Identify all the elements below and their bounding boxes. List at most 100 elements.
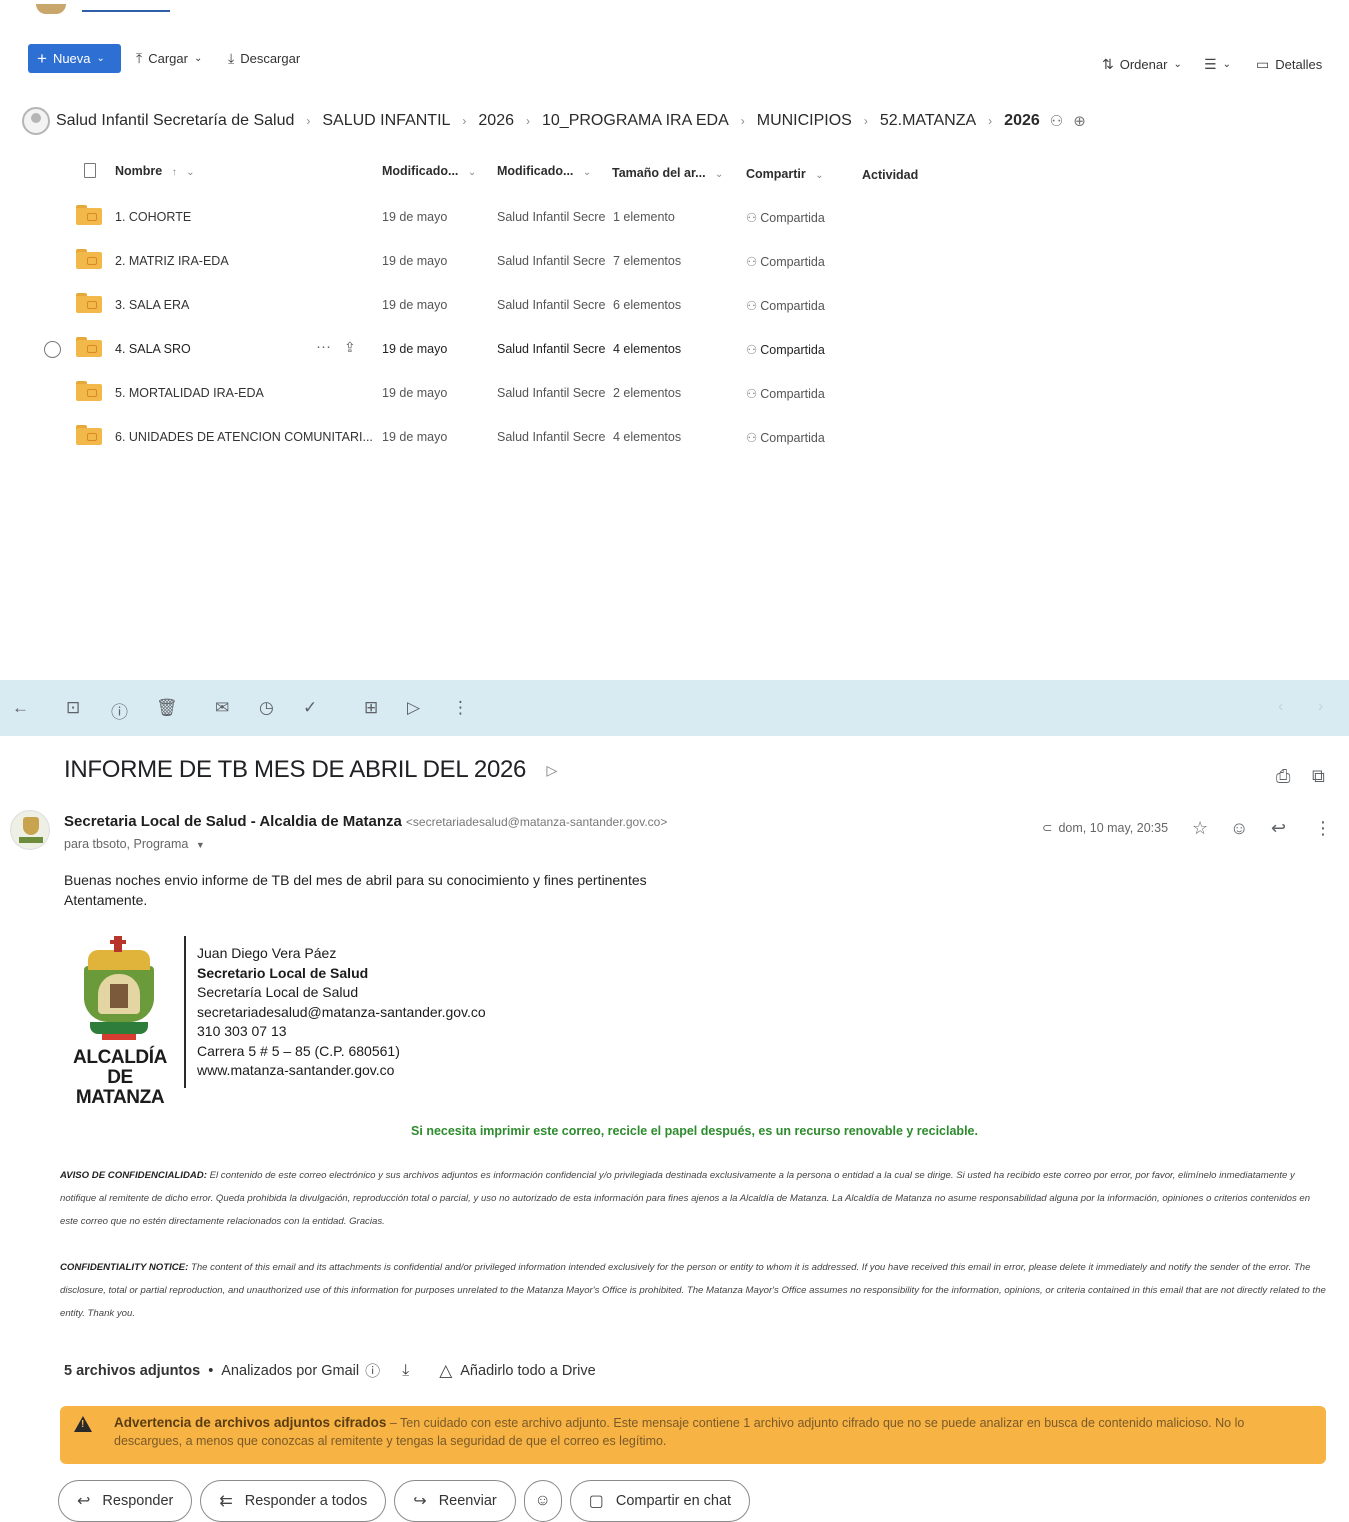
sharing-status[interactable]: ⚇ Compartida: [746, 342, 825, 357]
move-to-icon[interactable]: ⊞: [364, 698, 378, 718]
column-header-modified-by[interactable]: Modificado... ⌄: [497, 164, 591, 178]
table-row[interactable]: 2. MATRIZ IRA-EDA 19 de mayo Salud Infan…: [40, 240, 940, 284]
attachments-count: 5 archivos adjuntos: [64, 1362, 201, 1379]
warning-icon: [74, 1416, 92, 1432]
signature-website[interactable]: www.matanza-santander.gov.co: [197, 1061, 486, 1081]
table-row[interactable]: 4. SALA SRO ··· ⇪ 19 de mayo Salud Infan…: [40, 328, 940, 372]
drive-add-icon: △: [439, 1360, 453, 1380]
emoji-reaction-icon[interactable]: ☺: [1230, 818, 1248, 839]
more-options-icon[interactable]: ···: [316, 338, 331, 355]
view-options-button[interactable]: ☰ ⌄: [1204, 56, 1231, 73]
recipients[interactable]: para tbsoto, Programa ▼: [64, 837, 205, 851]
breadcrumb-item[interactable]: 52.MATANZA: [880, 112, 976, 130]
column-header-name[interactable]: Nombre ↑ ⌄: [115, 164, 195, 178]
row-select-radio[interactable]: [44, 341, 61, 358]
notice-text: El contenido de este correo electrónico …: [60, 1170, 1311, 1227]
upload-button[interactable]: ⤒ Cargar ⌄: [136, 50, 202, 67]
file-name[interactable]: 1. COHORTE: [115, 210, 191, 224]
forward-button[interactable]: ↪ Reenviar: [394, 1480, 516, 1522]
snooze-icon[interactable]: ◷: [259, 698, 274, 718]
sharing-label: Compartida: [760, 255, 825, 269]
people-icon: ⚇: [746, 299, 758, 313]
print-icon[interactable]: ⎙: [1276, 766, 1290, 787]
file-name[interactable]: 3. SALA ERA: [115, 298, 189, 312]
breadcrumb-item[interactable]: MUNICIPIOS: [757, 112, 852, 130]
chevron-right-icon: ›: [988, 114, 993, 128]
breadcrumb-item[interactable]: 10_PROGRAMA IRA EDA: [542, 112, 729, 130]
sharing-label: Compartida: [760, 431, 825, 445]
sort-button[interactable]: ⇅ Ordenar ⌄: [1102, 56, 1182, 73]
file-name[interactable]: 2. MATRIZ IRA-EDA: [115, 254, 229, 268]
modified-date: 19 de mayo: [382, 210, 448, 224]
details-button[interactable]: ▭ Detalles: [1256, 56, 1322, 73]
sharing-label: Compartida: [760, 299, 825, 313]
table-row[interactable]: 1. COHORTE 19 de mayo Salud Infantil Sec…: [40, 196, 940, 240]
body-closing: Atentamente.: [64, 892, 148, 908]
chevron-down-icon: ⌄: [467, 167, 477, 178]
label-icon[interactable]: ▷: [407, 698, 420, 718]
download-button[interactable]: ⤓ Descargar: [228, 50, 300, 67]
details-label: Detalles: [1275, 57, 1323, 72]
star-icon[interactable]: ☆: [1192, 818, 1208, 839]
share-in-chat-button[interactable]: ▢ Compartir en chat: [569, 1480, 751, 1522]
signature-address: Carrera 5 # 5 – 85 (C.P. 680561): [197, 1042, 400, 1059]
open-new-window-icon[interactable]: ⧉: [1312, 766, 1325, 787]
archive-icon[interactable]: ⊡: [66, 698, 80, 718]
column-header-size[interactable]: Tamaño del ar... ⌄: [612, 166, 723, 180]
older-chevron-icon[interactable]: ›: [1318, 698, 1323, 716]
sharing-status[interactable]: ⚇ Compartida: [746, 254, 825, 269]
recipients-text: para tbsoto, Programa: [64, 837, 189, 851]
add-task-icon[interactable]: ✓: [303, 698, 317, 718]
reply-all-icon: ⇇: [219, 1493, 233, 1510]
more-vert-icon[interactable]: ⋮: [1314, 818, 1332, 839]
scanned-label: Analizados por Gmail: [221, 1362, 360, 1379]
report-spam-icon[interactable]: ⓘ: [111, 698, 128, 723]
chevron-right-icon: ›: [306, 114, 311, 128]
globe-icon[interactable]: ⊕: [1073, 112, 1086, 130]
new-button[interactable]: + Nueva ⌄: [28, 44, 121, 73]
delete-icon[interactable]: 🗑: [156, 698, 178, 718]
sender[interactable]: Secretaria Local de Salud - Alcaldia de …: [64, 813, 667, 830]
sender-avatar: [10, 810, 50, 850]
important-label-icon[interactable]: ▷: [546, 762, 557, 779]
breadcrumb-item[interactable]: SALUD INFANTIL: [322, 112, 450, 130]
details-pane-icon: ▭: [1256, 56, 1270, 72]
file-name[interactable]: 4. SALA SRO: [115, 342, 191, 356]
reply-all-button[interactable]: ⇇ Responder a todos: [200, 1480, 387, 1522]
signature-email[interactable]: secretariadesalud@matanza-santander.gov.…: [197, 1003, 486, 1023]
emoji-icon: ☺: [534, 1492, 551, 1509]
chevron-right-icon: ›: [863, 114, 868, 128]
modified-by: Salud Infantil Secre: [497, 386, 606, 400]
breadcrumb-item[interactable]: Salud Infantil Secretaría de Salud: [56, 112, 294, 130]
info-icon[interactable]: ⓘ: [365, 1360, 380, 1381]
modified-by: Salud Infantil Secre: [497, 210, 606, 224]
gmail-toolbar: ← ⊡ ⓘ 🗑 ✉ ◷ ✓ ⊞ ▷ ⋮ ‹ ›: [0, 680, 1349, 736]
site-logo-icon: [36, 4, 66, 14]
table-row[interactable]: 3. SALA ERA 19 de mayo Salud Infantil Se…: [40, 284, 940, 328]
back-arrow-icon[interactable]: ←: [12, 698, 29, 718]
sharing-status[interactable]: ⚇ Compartida: [746, 298, 825, 313]
column-header-sharing[interactable]: Compartir ⌄: [746, 167, 824, 181]
newer-chevron-icon[interactable]: ‹: [1278, 698, 1283, 716]
people-icon[interactable]: ⚇: [1050, 112, 1063, 130]
signature-office: Secretaría Local de Salud: [197, 984, 359, 1000]
share-icon[interactable]: ⇪: [344, 339, 356, 356]
file-name[interactable]: 5. MORTALIDAD IRA-EDA: [115, 386, 264, 400]
download-all-icon[interactable]: ⤓: [402, 1362, 409, 1380]
mark-unread-icon[interactable]: ✉: [215, 698, 229, 718]
sharing-status[interactable]: ⚇ Compartida: [746, 430, 825, 445]
add-to-drive-button[interactable]: △ Añadirlo todo a Drive: [439, 1361, 596, 1381]
sharing-status[interactable]: ⚇ Compartida: [746, 210, 825, 225]
column-header-modified[interactable]: Modificado... ⌄: [382, 164, 476, 178]
table-row[interactable]: 6. UNIDADES DE ATENCION COMUNITARI... 19…: [40, 416, 940, 460]
reply-button[interactable]: ↩ Responder: [58, 1480, 193, 1522]
more-vert-icon[interactable]: ⋮: [452, 698, 469, 718]
sharing-status[interactable]: ⚇ Compartida: [746, 386, 825, 401]
file-name[interactable]: 6. UNIDADES DE ATENCION COMUNITARI...: [115, 430, 373, 444]
breadcrumb-item[interactable]: 2026: [478, 112, 514, 130]
people-icon: ⚇: [746, 211, 758, 225]
reply-icon[interactable]: ↩: [1271, 818, 1286, 839]
sort-ascending-icon: ↑: [171, 167, 177, 178]
table-row[interactable]: 5. MORTALIDAD IRA-EDA 19 de mayo Salud I…: [40, 372, 940, 416]
emoji-react-button[interactable]: ☺: [523, 1480, 562, 1522]
